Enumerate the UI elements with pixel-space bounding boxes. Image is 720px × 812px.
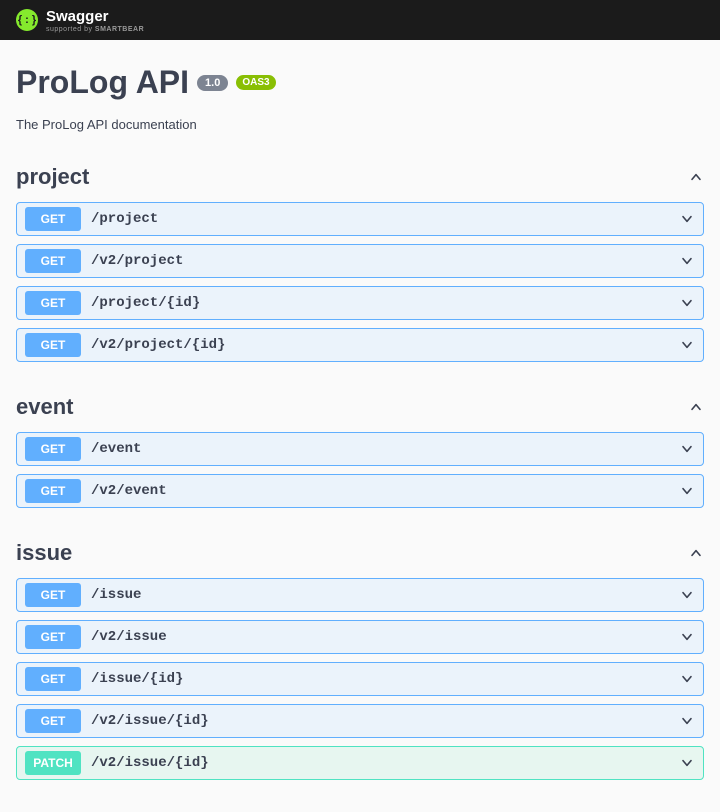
oas-badge: OAS3 (236, 75, 275, 90)
tag-name: event (16, 394, 73, 420)
operations-list: GET/project GET/v2/project GET/project/{… (16, 202, 704, 362)
operation-path: /v2/issue/{id} (91, 713, 209, 729)
chevron-down-icon (679, 587, 695, 603)
operation-path: /project/{id} (91, 295, 200, 311)
topbar: { : } Swagger supported by SMARTBEAR (0, 0, 720, 40)
method-badge-get: GET (25, 625, 81, 649)
chevron-down-icon (679, 441, 695, 457)
operation-path: /project (91, 211, 158, 227)
chevron-up-icon (688, 545, 704, 561)
swagger-icon: { : } (16, 9, 38, 31)
version-badge: 1.0 (197, 75, 228, 91)
method-badge-get: GET (25, 291, 81, 315)
tag-header-project[interactable]: project (16, 160, 704, 194)
operation-row[interactable]: GET/v2/project/{id} (16, 328, 704, 362)
tag-name: issue (16, 540, 72, 566)
chevron-down-icon (679, 337, 695, 353)
operation-row[interactable]: GET/v2/project (16, 244, 704, 278)
operation-row[interactable]: GET/v2/issue/{id} (16, 704, 704, 738)
operation-row[interactable]: GET/issue (16, 578, 704, 612)
operation-path: /v2/event (91, 483, 167, 499)
tag-section-issue: issue GET/issue GET/v2/issue GET/issue/{… (16, 536, 704, 780)
method-badge-get: GET (25, 583, 81, 607)
main-content: ProLog API 1.0 OAS3 The ProLog API docum… (0, 40, 720, 812)
operation-path: /v2/issue/{id} (91, 755, 209, 771)
chevron-down-icon (679, 755, 695, 771)
operation-path: /v2/project (91, 253, 183, 269)
method-badge-get: GET (25, 667, 81, 691)
chevron-up-icon (688, 399, 704, 415)
swagger-supported-by: supported by SMARTBEAR (46, 26, 144, 33)
operation-path: /issue/{id} (91, 671, 183, 687)
method-badge-get: GET (25, 437, 81, 461)
method-badge-get: GET (25, 333, 81, 357)
tag-section-event: event GET/event GET/v2/event (16, 390, 704, 508)
chevron-down-icon (679, 483, 695, 499)
api-description: The ProLog API documentation (16, 117, 704, 132)
operation-path: /event (91, 441, 141, 457)
operation-row[interactable]: GET/v2/event (16, 474, 704, 508)
swagger-brand-text: Swagger (46, 8, 144, 25)
chevron-down-icon (679, 295, 695, 311)
operation-row[interactable]: GET/v2/issue (16, 620, 704, 654)
operation-row[interactable]: GET/project/{id} (16, 286, 704, 320)
operations-list: GET/event GET/v2/event (16, 432, 704, 508)
tag-name: project (16, 164, 89, 190)
method-badge-get: GET (25, 709, 81, 733)
chevron-up-icon (688, 169, 704, 185)
operation-row[interactable]: GET/event (16, 432, 704, 466)
chevron-down-icon (679, 211, 695, 227)
operation-row[interactable]: PATCH/v2/issue/{id} (16, 746, 704, 780)
chevron-down-icon (679, 629, 695, 645)
operation-path: /v2/issue (91, 629, 167, 645)
operation-row[interactable]: GET/issue/{id} (16, 662, 704, 696)
operation-path: /v2/project/{id} (91, 337, 225, 353)
tag-header-issue[interactable]: issue (16, 536, 704, 570)
chevron-down-icon (679, 713, 695, 729)
chevron-down-icon (679, 253, 695, 269)
tag-header-event[interactable]: event (16, 390, 704, 424)
swagger-logo[interactable]: { : } Swagger supported by SMARTBEAR (16, 8, 144, 33)
operation-path: /issue (91, 587, 141, 603)
method-badge-patch: PATCH (25, 751, 81, 775)
method-badge-get: GET (25, 249, 81, 273)
tag-section-project: project GET/project GET/v2/project GET/p… (16, 160, 704, 362)
chevron-down-icon (679, 671, 695, 687)
method-badge-get: GET (25, 207, 81, 231)
method-badge-get: GET (25, 479, 81, 503)
operation-row[interactable]: GET/project (16, 202, 704, 236)
operations-list: GET/issue GET/v2/issue GET/issue/{id} GE… (16, 578, 704, 780)
api-title: ProLog API (16, 64, 189, 101)
